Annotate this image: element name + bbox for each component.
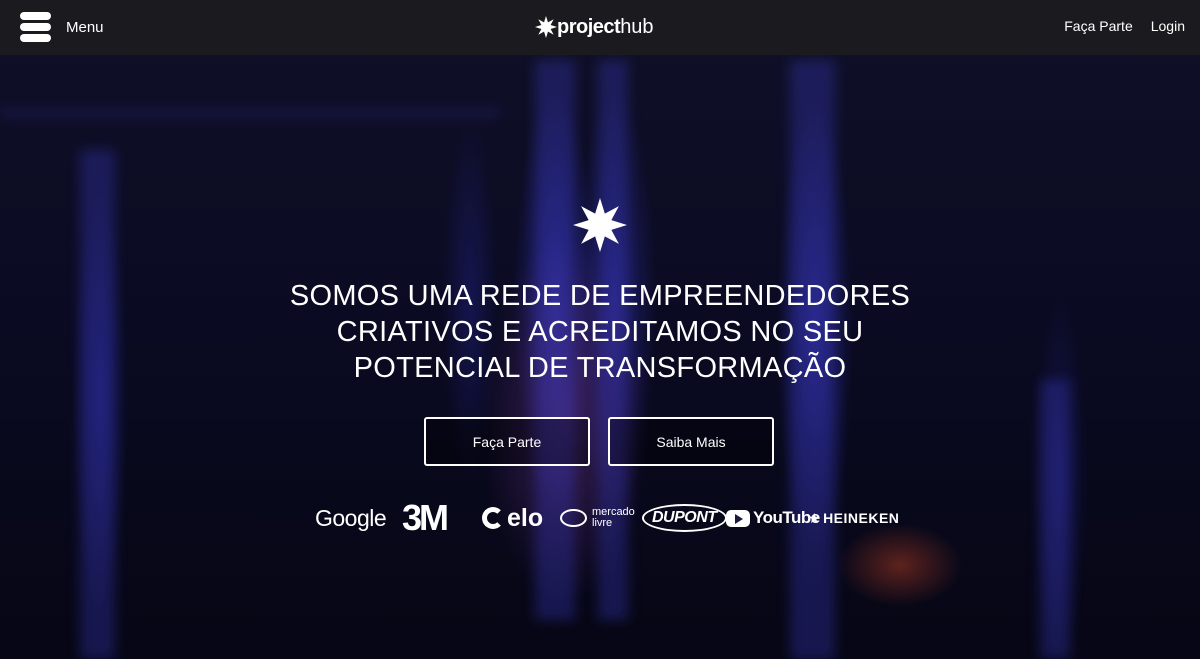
mercado-livre-text-2: livre <box>592 517 613 529</box>
hamburger-icon <box>20 12 51 42</box>
headline-line: SOMOS UMA REDE DE EMPREENDEDORES <box>289 280 911 312</box>
star-icon: ★ <box>808 509 822 526</box>
elo-logo: elo <box>482 497 543 539</box>
logo-text-project: project <box>557 15 621 38</box>
heineken-logo-text: HEINEKEN <box>823 510 900 526</box>
heineken-logo: ★ HEINEKEN <box>808 497 899 539</box>
3m-logo: 3M <box>402 497 449 539</box>
elo-logo-text: elo <box>507 503 544 532</box>
youtube-logo: YouTube <box>726 497 820 539</box>
top-navigation-bar: Menu project hub Faça Parte Login <box>0 0 1200 55</box>
nav-links: Faça Parte Login <box>1064 18 1185 34</box>
menu-button[interactable]: Menu <box>20 12 104 42</box>
logo-text-hub: hub <box>620 15 654 38</box>
faca-parte-button[interactable]: Faça Parte <box>424 417 590 466</box>
partner-logos: Google 3M elo mercado livre DUPONT YouTu… <box>0 497 1200 539</box>
saiba-mais-button[interactable]: Saiba Mais <box>608 417 774 466</box>
headline-line: CRIATIVOS E ACREDITAMOS NO SEU <box>336 316 864 348</box>
projecthub-logo[interactable]: project hub <box>535 12 654 42</box>
headline-line: POTENCIAL DE TRANSFORMAÇÃO <box>353 352 847 384</box>
dupont-logo: DUPONT <box>642 497 727 539</box>
google-logo: Google <box>315 497 387 539</box>
star-burst-icon <box>535 16 557 38</box>
mercado-livre-logo: mercado livre <box>560 497 635 539</box>
menu-label: Menu <box>66 18 104 36</box>
hero-headline: SOMOS UMA REDE DE EMPREENDEDORES CRIATIV… <box>200 278 1000 386</box>
3m-logo-text: 3M <box>402 497 449 538</box>
play-icon <box>726 509 750 527</box>
handshake-icon <box>560 509 587 527</box>
dupont-logo-text: DUPONT <box>642 504 727 532</box>
elo-ring-icon <box>482 507 504 529</box>
google-logo-text: Google <box>315 504 387 531</box>
nav-link-faca-parte[interactable]: Faça Parte <box>1064 18 1132 34</box>
nav-link-login[interactable]: Login <box>1151 18 1185 34</box>
star-burst-icon <box>573 198 627 252</box>
